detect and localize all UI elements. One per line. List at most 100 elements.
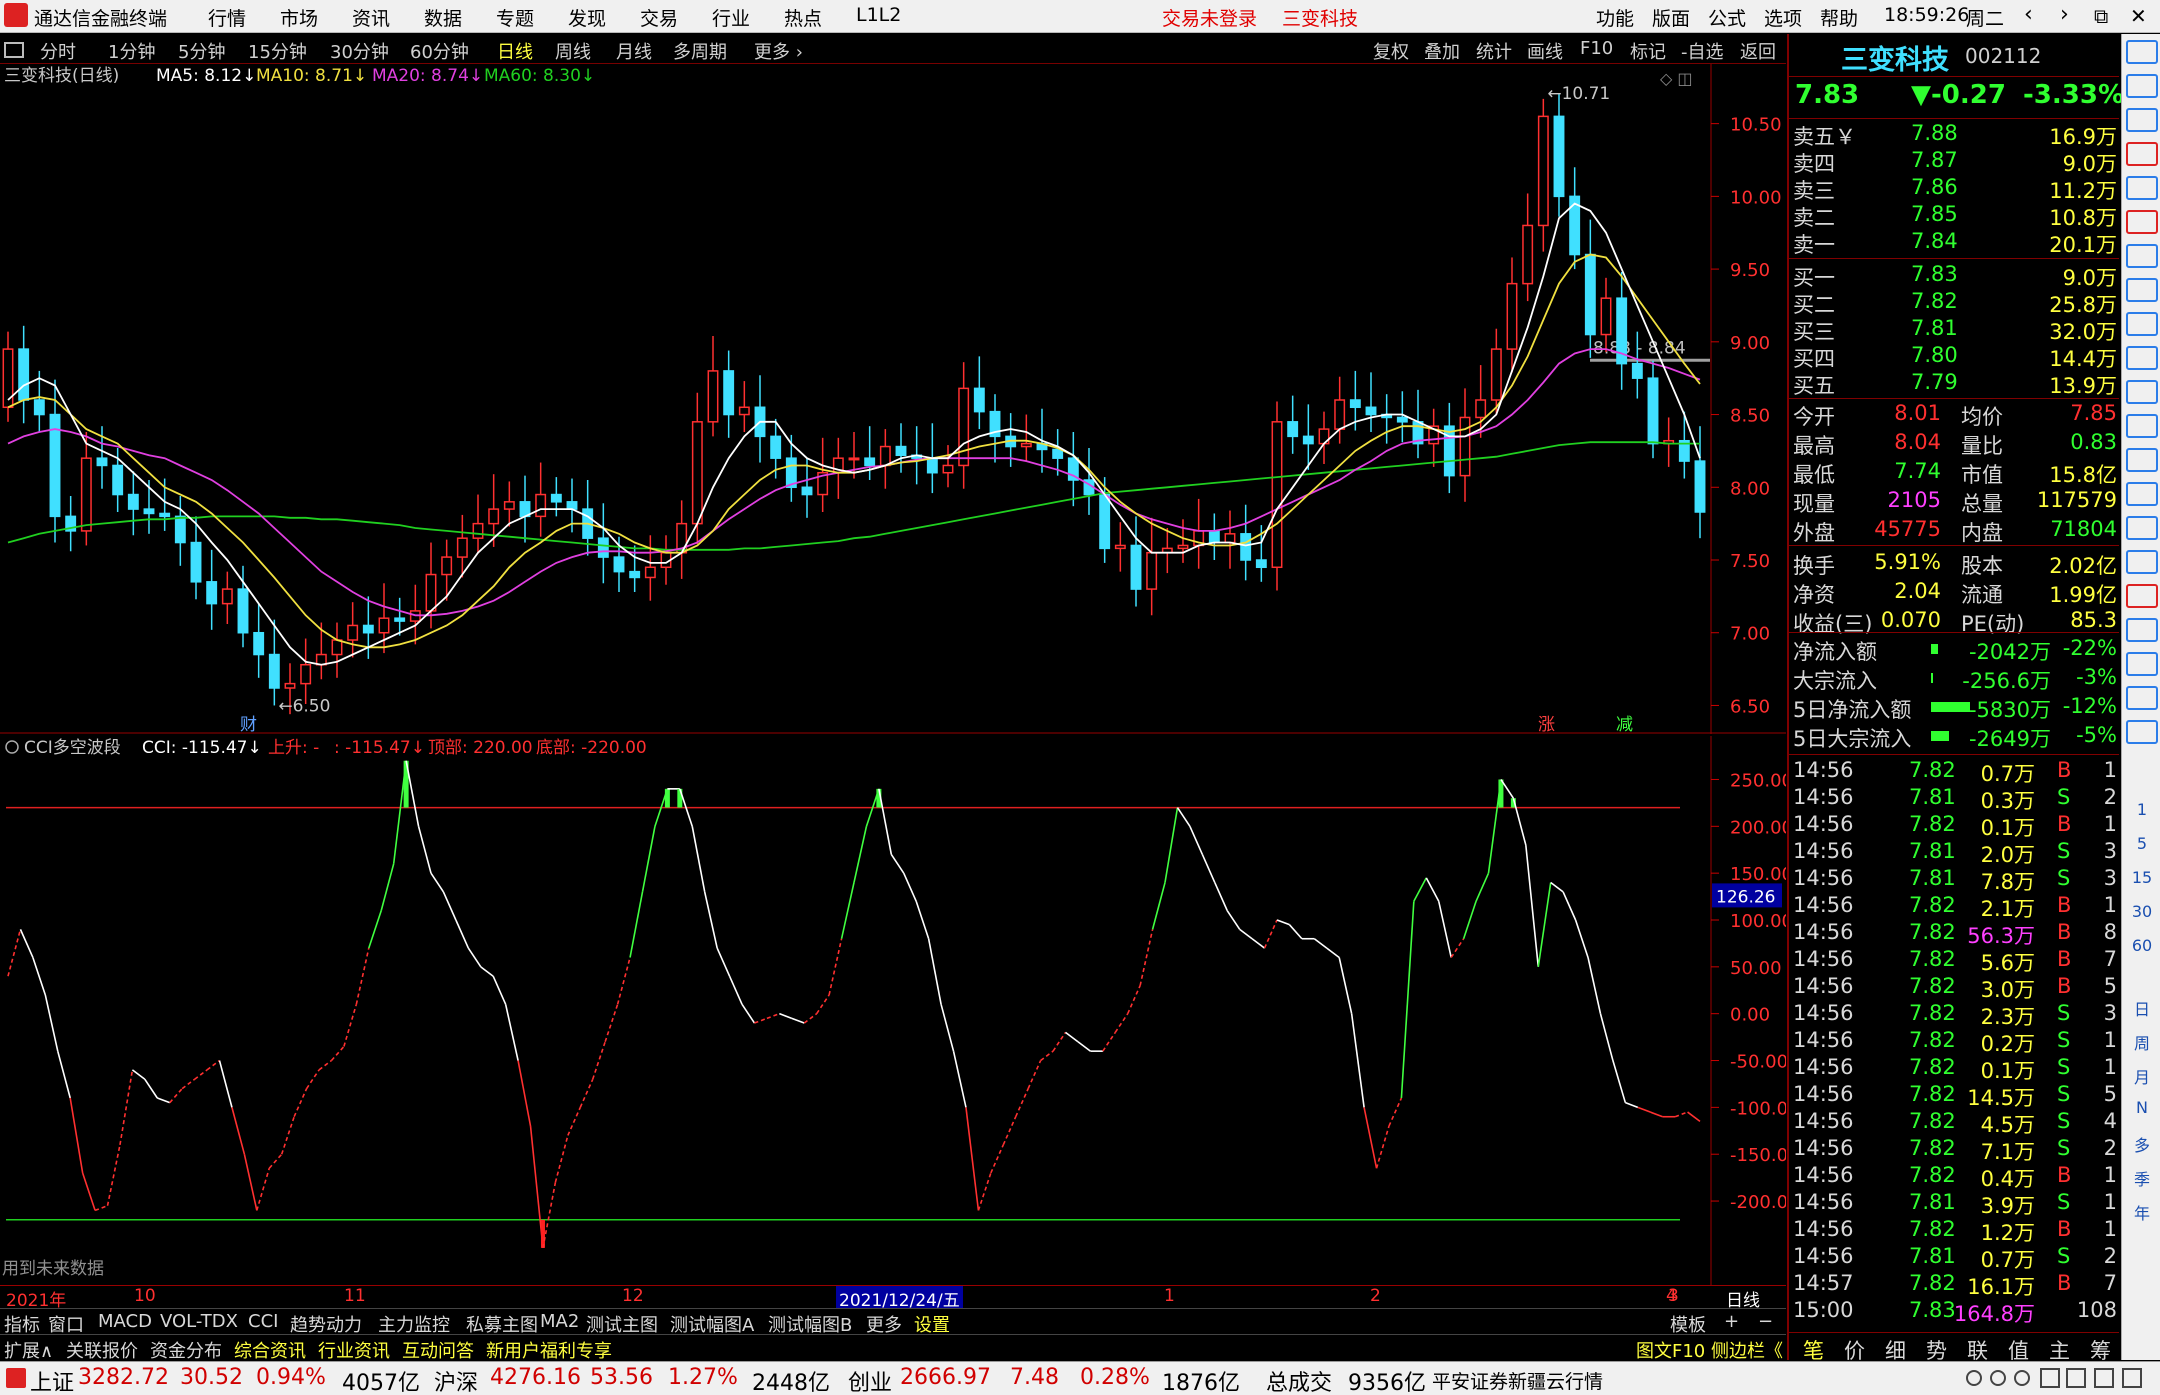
chart-tool-7[interactable]: 返回 xyxy=(1740,38,1776,64)
candle-body[interactable] xyxy=(613,556,625,573)
template-control-2[interactable]: − xyxy=(1758,1311,1773,1332)
candle-body[interactable] xyxy=(1443,425,1455,477)
period-tab-5[interactable]: 60分钟 xyxy=(410,38,469,64)
template-control-1[interactable]: + xyxy=(1724,1311,1739,1332)
candle-body[interactable] xyxy=(1475,399,1487,419)
period-tab-1[interactable]: 1分钟 xyxy=(108,38,155,64)
candle-body[interactable] xyxy=(127,493,139,510)
menu-item-formula[interactable]: 公式 xyxy=(1708,4,1746,31)
minute-period-button[interactable]: 1 xyxy=(2126,800,2158,819)
candle-body[interactable] xyxy=(253,631,265,656)
candle-body[interactable] xyxy=(96,457,108,467)
ask-price[interactable]: 7.88 xyxy=(1911,121,1958,145)
status-dot-icon[interactable] xyxy=(1990,1370,2006,1386)
candle-body[interactable] xyxy=(1130,544,1142,590)
status-dot-icon[interactable] xyxy=(1966,1370,1982,1386)
tool-button-icon[interactable] xyxy=(2126,482,2158,506)
candle-body[interactable] xyxy=(629,570,641,579)
period-tab-6[interactable]: 日线 xyxy=(497,38,533,64)
candle-body[interactable] xyxy=(1334,399,1346,430)
tool-button-icon[interactable] xyxy=(2126,142,2158,166)
tool-button-icon[interactable] xyxy=(2126,720,2158,744)
chart-tool-4[interactable]: F10 xyxy=(1580,38,1613,59)
menu-item-l1l2[interactable]: L1L2 xyxy=(856,4,901,26)
menu-item-topics[interactable]: 专题 xyxy=(496,4,534,31)
indicator-tab-4[interactable]: CCI xyxy=(248,1311,278,1332)
candle-body[interactable] xyxy=(1553,115,1565,198)
tool-button-icon[interactable] xyxy=(2126,448,2158,472)
sh-index-label[interactable]: 上证 xyxy=(30,1365,74,1395)
forward-icon[interactable]: › xyxy=(2060,2,2069,27)
tool-button-icon[interactable] xyxy=(2126,210,2158,234)
candle-body[interactable] xyxy=(268,653,280,689)
candle-body[interactable] xyxy=(848,457,860,461)
candle-body[interactable] xyxy=(1255,559,1267,569)
candle-body[interactable] xyxy=(1506,282,1518,350)
tool-button-icon[interactable] xyxy=(2126,584,2158,608)
bid-price[interactable]: 7.83 xyxy=(1911,262,1958,286)
menu-item-market[interactable]: 市场 xyxy=(280,4,318,31)
minute-period-button[interactable]: 5 xyxy=(2126,834,2158,853)
chart-tool-3[interactable]: 画线 xyxy=(1527,38,1563,64)
candle-body[interactable] xyxy=(1694,460,1706,513)
candle-body[interactable] xyxy=(550,493,562,503)
status-dot-icon[interactable] xyxy=(2014,1370,2030,1386)
period-tab-8[interactable]: 月线 xyxy=(616,38,652,64)
candle-body[interactable] xyxy=(1396,416,1408,423)
tool-button-icon[interactable] xyxy=(2126,176,2158,200)
candle-body[interactable] xyxy=(1271,421,1283,569)
chart-tool-2[interactable]: 统计 xyxy=(1476,38,1512,64)
candle-body[interactable] xyxy=(378,617,390,634)
period-shortcut-button[interactable]: 多 xyxy=(2126,1132,2158,1156)
candle-body[interactable] xyxy=(597,537,609,558)
bid-price[interactable]: 7.79 xyxy=(1911,370,1958,394)
candle-body[interactable] xyxy=(942,464,954,474)
candle-body[interactable] xyxy=(644,566,656,579)
candle-body[interactable] xyxy=(1631,362,1643,379)
period-tab-9[interactable]: 多周期 xyxy=(673,38,727,64)
candle-body[interactable] xyxy=(1365,406,1377,416)
status-grid-icon[interactable] xyxy=(2094,1368,2114,1388)
finance-event-marker[interactable]: 财 xyxy=(240,715,257,734)
cy-index-label[interactable]: 创业 xyxy=(848,1365,892,1395)
period-tab-2[interactable]: 5分钟 xyxy=(178,38,225,64)
candle-body[interactable] xyxy=(503,501,515,510)
minute-period-button[interactable]: 60 xyxy=(2126,936,2158,955)
indicator-tab-2[interactable]: MACD xyxy=(98,1311,152,1332)
candle-body[interactable] xyxy=(1146,551,1158,590)
menu-item-layout[interactable]: 版面 xyxy=(1652,4,1690,31)
candle-body[interactable] xyxy=(347,624,359,641)
candle-body[interactable] xyxy=(1208,530,1220,544)
candle-body[interactable] xyxy=(864,457,876,467)
period-shortcut-button[interactable]: 日 xyxy=(2126,996,2158,1020)
status-grid-icon[interactable] xyxy=(2040,1368,2060,1388)
candle-body[interactable] xyxy=(206,581,218,605)
candle-body[interactable] xyxy=(1584,253,1596,336)
candle-body[interactable] xyxy=(535,493,547,518)
minute-period-button[interactable]: 15 xyxy=(2126,868,2158,887)
tool-button-icon[interactable] xyxy=(2126,516,2158,540)
tool-button-icon[interactable] xyxy=(2126,618,2158,642)
candle-body[interactable] xyxy=(331,639,343,656)
tool-button-icon[interactable] xyxy=(2126,380,2158,404)
candle-body[interactable] xyxy=(691,421,703,525)
candle-body[interactable] xyxy=(112,464,124,496)
candle-body[interactable] xyxy=(1177,544,1189,550)
sz-index-label[interactable]: 沪深 xyxy=(434,1365,478,1395)
candle-body[interactable] xyxy=(33,399,45,416)
candle-body[interactable] xyxy=(80,457,92,532)
candle-body[interactable] xyxy=(1240,533,1252,561)
menu-item-quotes[interactable]: 行情 xyxy=(208,4,246,31)
chart-tool-6[interactable]: -自选 xyxy=(1681,38,1724,64)
chart-option-icon[interactable]: ◇ ◫ xyxy=(1660,69,1693,88)
back-icon[interactable]: ‹ xyxy=(2024,2,2033,27)
info-tab-2[interactable]: 资金分布 xyxy=(150,1337,222,1363)
info-tab-1[interactable]: 关联报价 xyxy=(66,1337,138,1363)
candle-body[interactable] xyxy=(879,445,891,467)
ask-price[interactable]: 7.84 xyxy=(1911,229,1958,253)
menu-item-news[interactable]: 资讯 xyxy=(352,4,390,31)
tool-button-icon[interactable] xyxy=(2126,108,2158,132)
candle-body[interactable] xyxy=(958,387,970,467)
candle-body[interactable] xyxy=(472,522,484,539)
period-tab-3[interactable]: 15分钟 xyxy=(248,38,307,64)
